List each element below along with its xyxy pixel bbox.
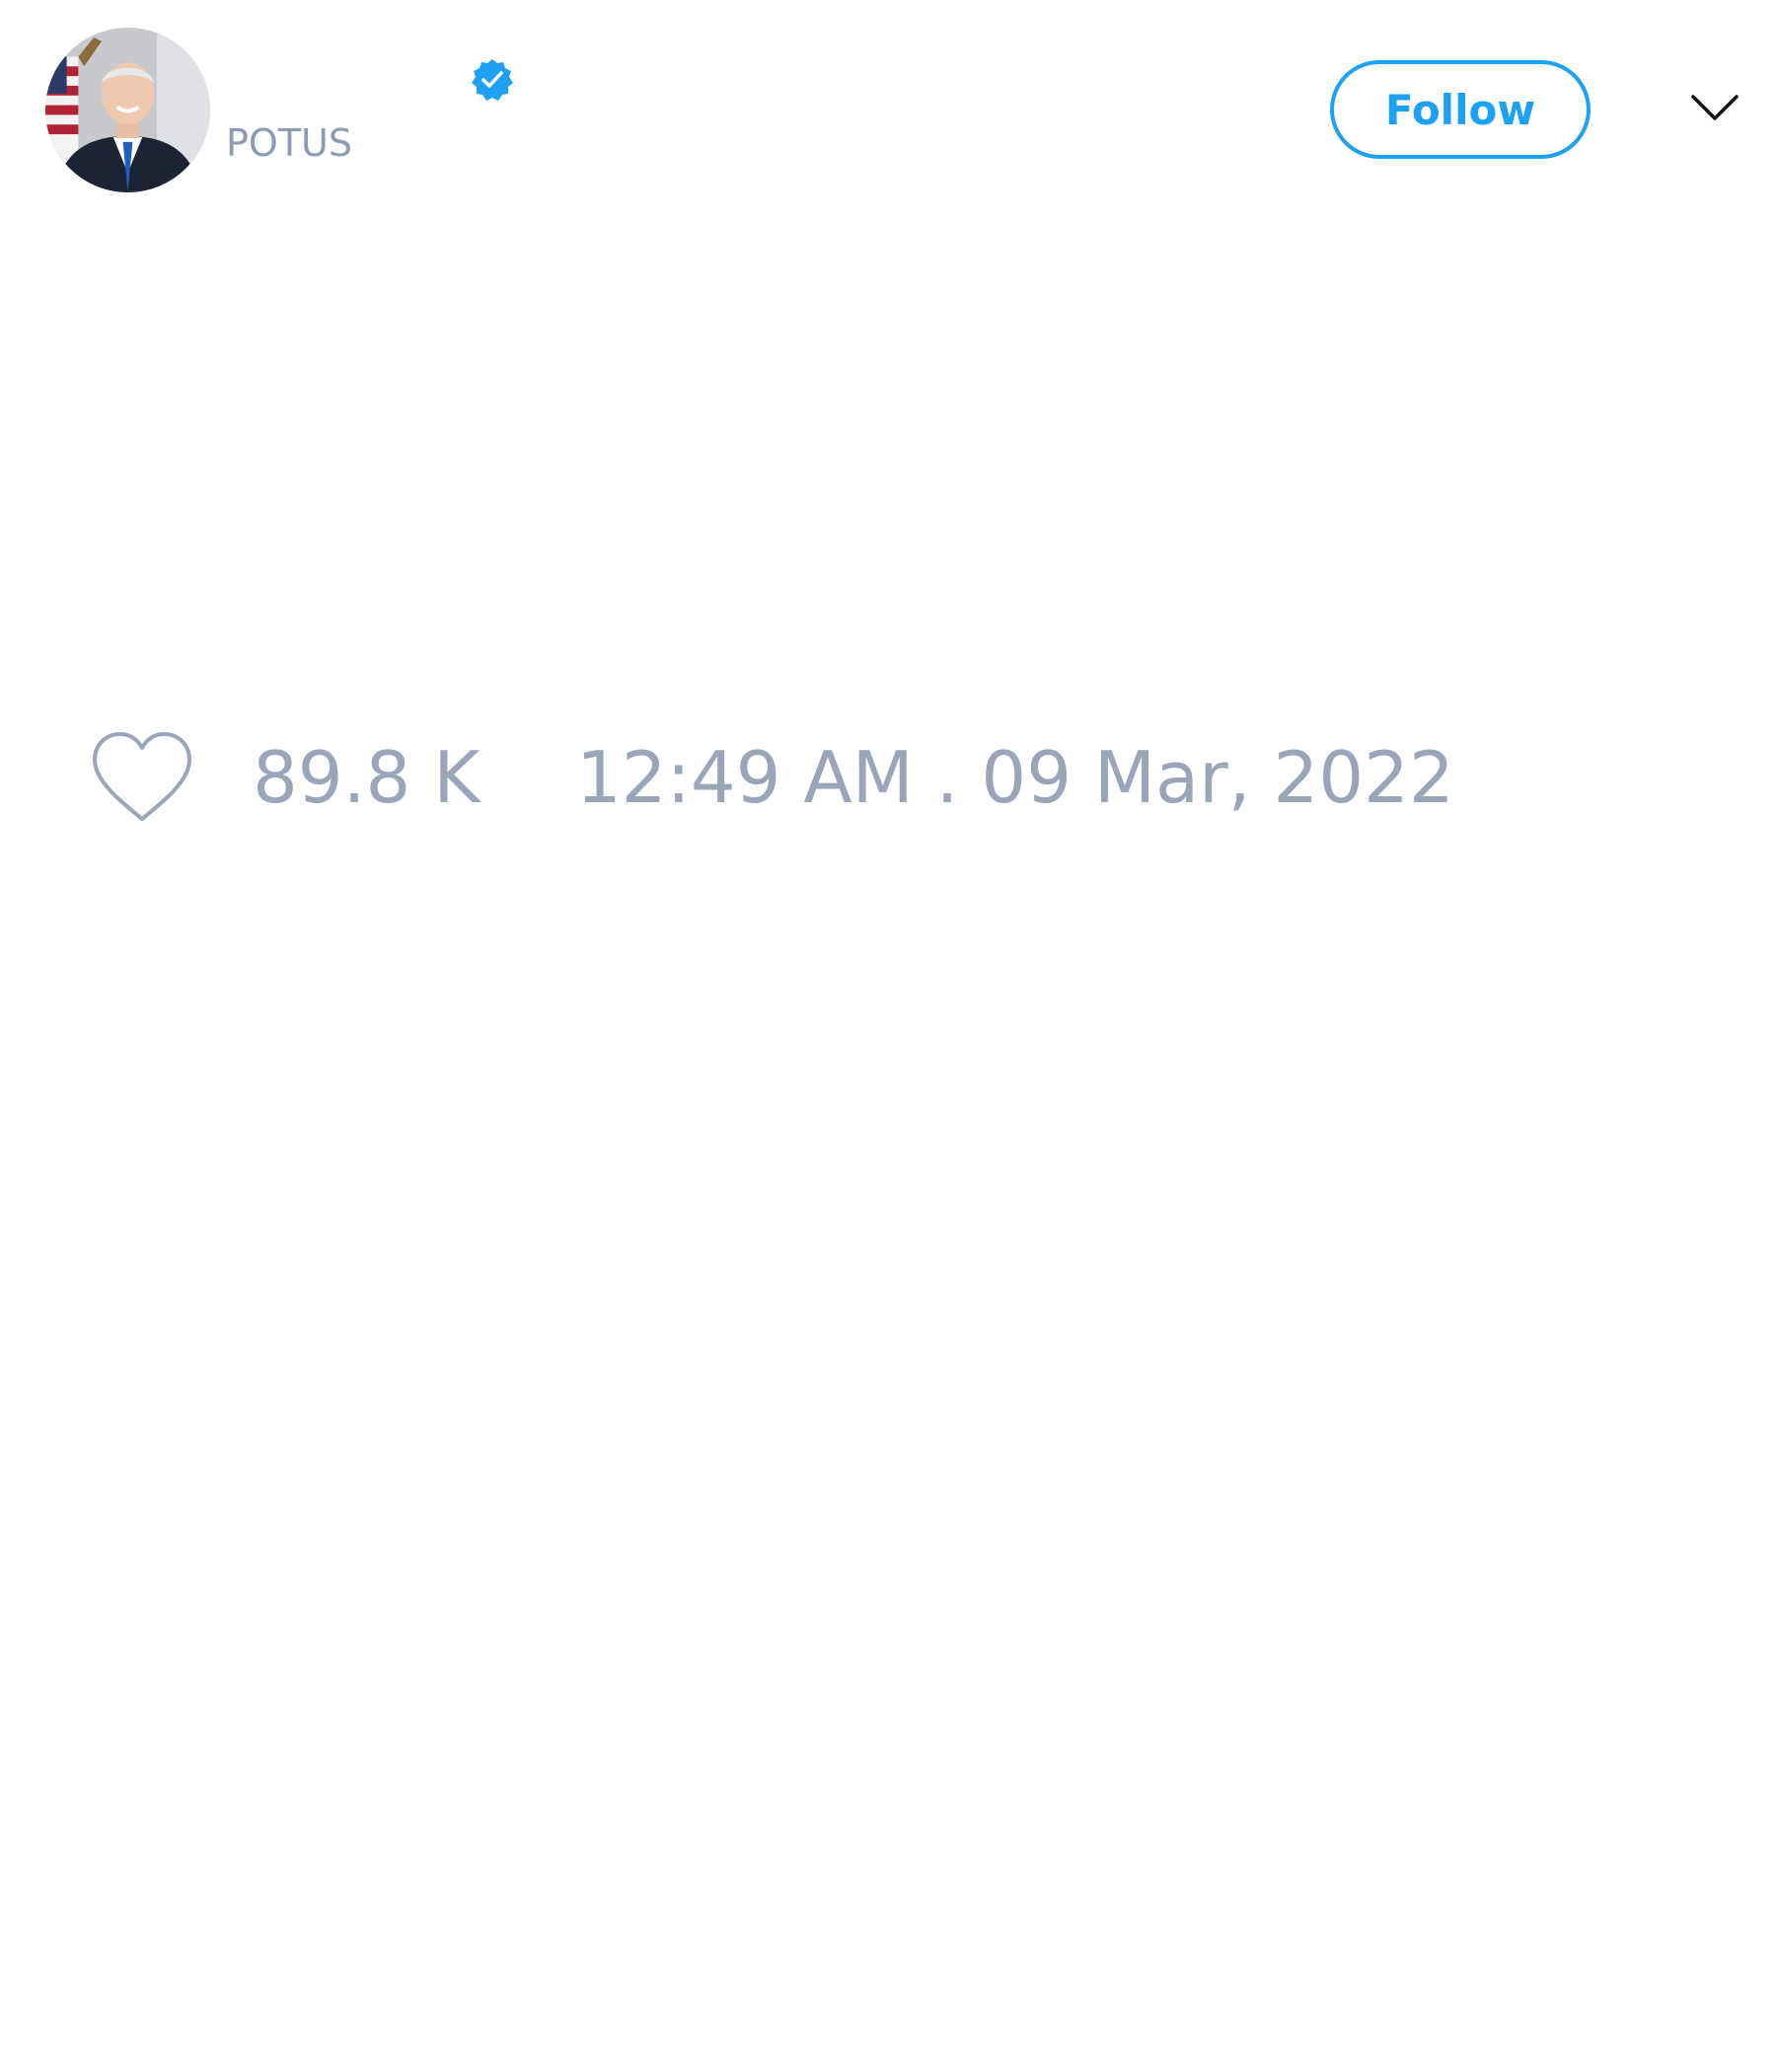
tweet-meta-row: 89.8 K 12:49 AM . 09 Mar, 2022 <box>0 720 1776 829</box>
like-count: 89.8 K <box>253 736 481 819</box>
timestamp[interactable]: 12:49 AM . 09 Mar, 2022 <box>576 742 1454 813</box>
follow-button[interactable]: Follow <box>1330 60 1591 159</box>
chevron-down-icon[interactable] <box>1689 87 1740 130</box>
tweet-text <box>45 227 1723 681</box>
avatar-image <box>45 28 210 192</box>
tweet-card: POTUS Follow 89.8 K 12:49 AM . 09 Mar, 2… <box>0 0 1776 2072</box>
verified-badge-icon <box>470 57 515 103</box>
avatar[interactable] <box>45 28 210 192</box>
heart-outline-icon[interactable] <box>89 730 195 825</box>
author-handle[interactable]: POTUS <box>226 124 352 162</box>
